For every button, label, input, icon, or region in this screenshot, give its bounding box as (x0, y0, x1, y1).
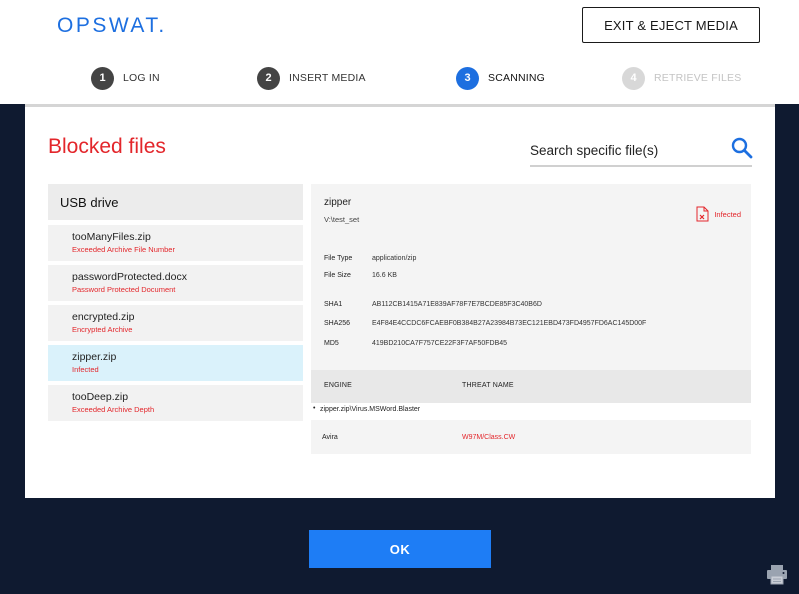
printer-icon[interactable] (766, 563, 788, 585)
exit-eject-media-button[interactable]: EXIT & EJECT MEDIA (582, 7, 760, 43)
file-status: Exceeded Archive Depth (72, 405, 155, 414)
file-status: Password Protected Document (72, 285, 176, 294)
engine-header: ENGINE (324, 382, 353, 389)
file-size-row: File Size 16.6 KB (324, 272, 397, 279)
threat-table-row: Avira W97M/Class.CW (311, 421, 751, 454)
engine-name: Avira (322, 434, 338, 441)
step-number: 2 (257, 66, 280, 90)
md5-value: 419BD210CA7F757CE22F3F7AF50FDB45 (372, 340, 508, 347)
file-status: Infected (72, 365, 99, 374)
threat-subpath-row: • zipper.zip\Virus.MSWord.Blaster (311, 403, 751, 420)
step-insert-media: 2 INSERT MEDIA (257, 66, 366, 90)
md5-row: MD5 419BD210CA7F757CE22F3F7AF50FDB45 (324, 340, 507, 347)
step-label: LOG IN (123, 72, 160, 84)
threat-name: W97M/Class.CW (462, 434, 516, 441)
search-box (530, 135, 754, 167)
sha256-row: SHA256 E4F84E4CCDC6FCAEBF0B384B27A23984B7… (324, 320, 646, 327)
file-item-toodeep[interactable]: tooDeep.zip Exceeded Archive Depth (48, 385, 303, 421)
sha1-row: SHA1 AB112CB1415A71E839AF78F7E7BCDE85F3C4… (324, 301, 542, 308)
step-number: 4 (622, 66, 645, 90)
file-type-row: File Type application/zip (324, 255, 416, 262)
file-name: zipper.zip (72, 351, 117, 363)
step-label: SCANNING (488, 72, 546, 84)
file-detail-panel: zipper V:\test_set Infected File Type app… (311, 184, 751, 454)
file-size-value: 16.6 KB (372, 272, 397, 279)
step-number: 3 (456, 66, 479, 90)
file-type-value: application/zip (372, 255, 417, 262)
progress-steps: 1 LOG IN 2 INSERT MEDIA 3 SCANNING 4 RET… (0, 60, 799, 96)
file-status: Encrypted Archive (72, 325, 133, 334)
search-icon[interactable] (730, 136, 754, 160)
file-name: tooDeep.zip (72, 391, 129, 403)
blocked-files-panel: Blocked files USB drive tooManyFiles.zip… (25, 104, 775, 498)
step-label: RETRIEVE FILES (654, 72, 742, 84)
threat-name-header: THREAT NAME (462, 382, 514, 389)
blocked-file-list: tooManyFiles.zip Exceeded Archive File N… (48, 225, 303, 425)
step-number: 1 (91, 66, 114, 90)
step-label: INSERT MEDIA (289, 72, 366, 84)
md5-label: MD5 (324, 340, 339, 347)
page-title: Blocked files (48, 135, 166, 158)
opswat-logo: OPSWAT. (57, 14, 167, 37)
infected-label: Infected (714, 209, 741, 219)
step-retrieve-files: 4 RETRIEVE FILES (622, 66, 741, 90)
infected-file-icon (696, 206, 709, 222)
file-name: passwordProtected.docx (72, 271, 187, 283)
file-item-zipper[interactable]: zipper.zip Infected (48, 345, 303, 381)
sha256-label: SHA256 (324, 320, 351, 327)
file-name: tooManyFiles.zip (72, 231, 151, 243)
infected-badge: Infected (695, 206, 741, 222)
file-item-toomanyfiles[interactable]: tooManyFiles.zip Exceeded Archive File N… (48, 225, 303, 261)
app-header: OPSWAT. EXIT & EJECT MEDIA 1 LOG IN 2 IN… (0, 0, 799, 104)
detail-file-path: V:\test_set (324, 215, 360, 224)
file-item-encrypted[interactable]: encrypted.zip Encrypted Archive (48, 305, 303, 341)
file-status: Exceeded Archive File Number (72, 245, 175, 254)
bullet-icon: • (313, 405, 316, 412)
ok-button[interactable]: OK (309, 530, 491, 568)
step-scanning: 3 SCANNING (456, 66, 545, 90)
file-name: encrypted.zip (72, 311, 135, 323)
file-item-passwordprotected[interactable]: passwordProtected.docx Password Protecte… (48, 265, 303, 301)
detail-file-name: zipper (324, 197, 352, 208)
threat-table-header: ENGINE THREAT NAME (311, 370, 751, 403)
usb-drive-header: USB drive (48, 184, 303, 220)
file-size-label: File Size (324, 272, 351, 279)
step-log-in: 1 LOG IN (91, 66, 160, 90)
sha1-value: AB112CB1415A71E839AF78F7E7BCDE85F3C40B6D (372, 301, 542, 308)
sha256-value: E4F84E4CCDC6FCAEBF0B384B27A23984B73EC121… (372, 320, 647, 327)
sha1-label: SHA1 (324, 301, 343, 308)
file-type-label: File Type (324, 255, 353, 262)
search-input[interactable] (530, 137, 720, 163)
threat-subpath: zipper.zip\Virus.MSWord.Blaster (320, 406, 421, 413)
